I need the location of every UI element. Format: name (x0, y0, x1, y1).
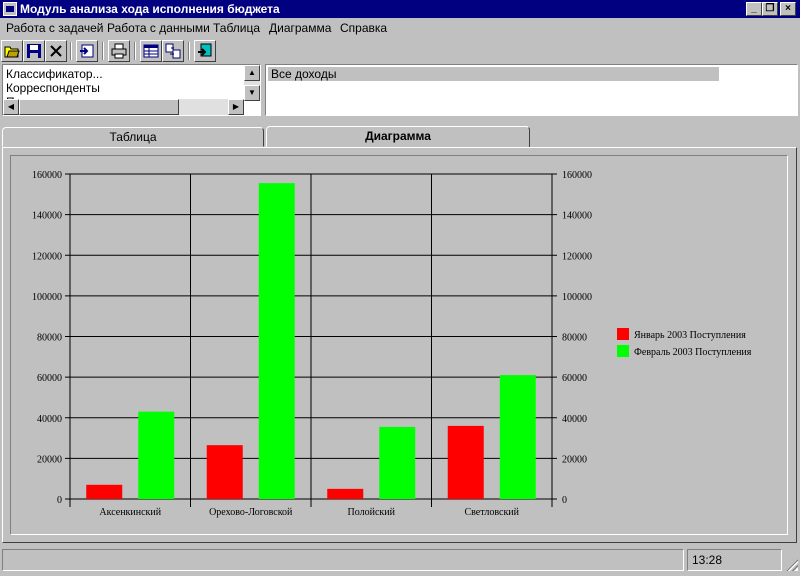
classifier-list[interactable]: Классификатор... Корреспонденты Периоды … (2, 64, 261, 116)
save-icon (27, 44, 41, 58)
app-icon[interactable] (3, 2, 17, 16)
menu-data[interactable]: Работа с данными (107, 21, 210, 35)
scroll-up-arrow-icon[interactable]: ▲ (244, 65, 260, 81)
selected-filter[interactable]: Все доходы (268, 67, 719, 81)
close-button[interactable]: × (780, 2, 796, 16)
status-bar: 13:28 (0, 547, 800, 576)
minimize-button[interactable]: _ (746, 2, 762, 16)
toolbar-separator (102, 42, 104, 60)
status-main (2, 549, 684, 571)
tab-chart[interactable]: Диаграмма (266, 126, 530, 148)
open-folder-icon (4, 46, 20, 58)
scroll-down-arrow-icon[interactable]: ▼ (244, 85, 260, 101)
chart-area (10, 155, 788, 535)
resize-grip-icon[interactable] (786, 559, 798, 571)
scroll-left-arrow-icon[interactable]: ◀ (3, 99, 19, 115)
scroll-right-arrow-icon[interactable]: ▶ (228, 99, 244, 115)
print-button[interactable] (108, 40, 130, 62)
save-button[interactable] (23, 40, 45, 62)
open-button[interactable] (1, 40, 23, 62)
status-time: 13:28 (687, 549, 782, 571)
transfer-icon (165, 43, 181, 59)
table-view-icon (143, 44, 159, 58)
table-view-button[interactable] (140, 40, 162, 62)
title-bar: Модуль анализа хода исполнения бюджета _… (0, 0, 800, 18)
toolbar-separator (70, 42, 72, 60)
window-title: Модуль анализа хода исполнения бюджета (20, 2, 280, 16)
vertical-scrollbar[interactable]: ▲ ▼ (244, 65, 260, 101)
menu-help[interactable]: Справка (340, 21, 387, 35)
menu-table[interactable]: Таблица (213, 21, 260, 35)
export-button[interactable] (194, 40, 216, 62)
print-icon (111, 43, 127, 59)
menu-bar: Работа с задачей Работа с данными Таблиц… (0, 18, 800, 38)
tab-table[interactable]: Таблица (2, 127, 264, 147)
toolbar-separator (134, 42, 136, 60)
menu-task[interactable]: Работа с задачей (6, 21, 103, 35)
transfer-button[interactable] (162, 40, 184, 62)
restore-button[interactable]: ❐ (762, 2, 778, 16)
menu-chart[interactable]: Диаграмма (269, 21, 331, 35)
horizontal-scrollbar[interactable]: ◀ ▶ (3, 99, 244, 115)
list-item[interactable]: Корреспонденты (6, 81, 100, 95)
filter-pane[interactable]: Все доходы (265, 64, 798, 116)
import-button[interactable] (76, 40, 98, 62)
delete-button[interactable] (45, 40, 67, 62)
toolbar-separator (188, 42, 190, 60)
scroll-thumb[interactable] (19, 99, 179, 115)
export-icon (198, 43, 212, 57)
import-icon (80, 44, 94, 58)
delete-icon (50, 45, 62, 57)
list-item[interactable]: Классификатор... (6, 67, 103, 81)
toolbar (0, 40, 800, 62)
